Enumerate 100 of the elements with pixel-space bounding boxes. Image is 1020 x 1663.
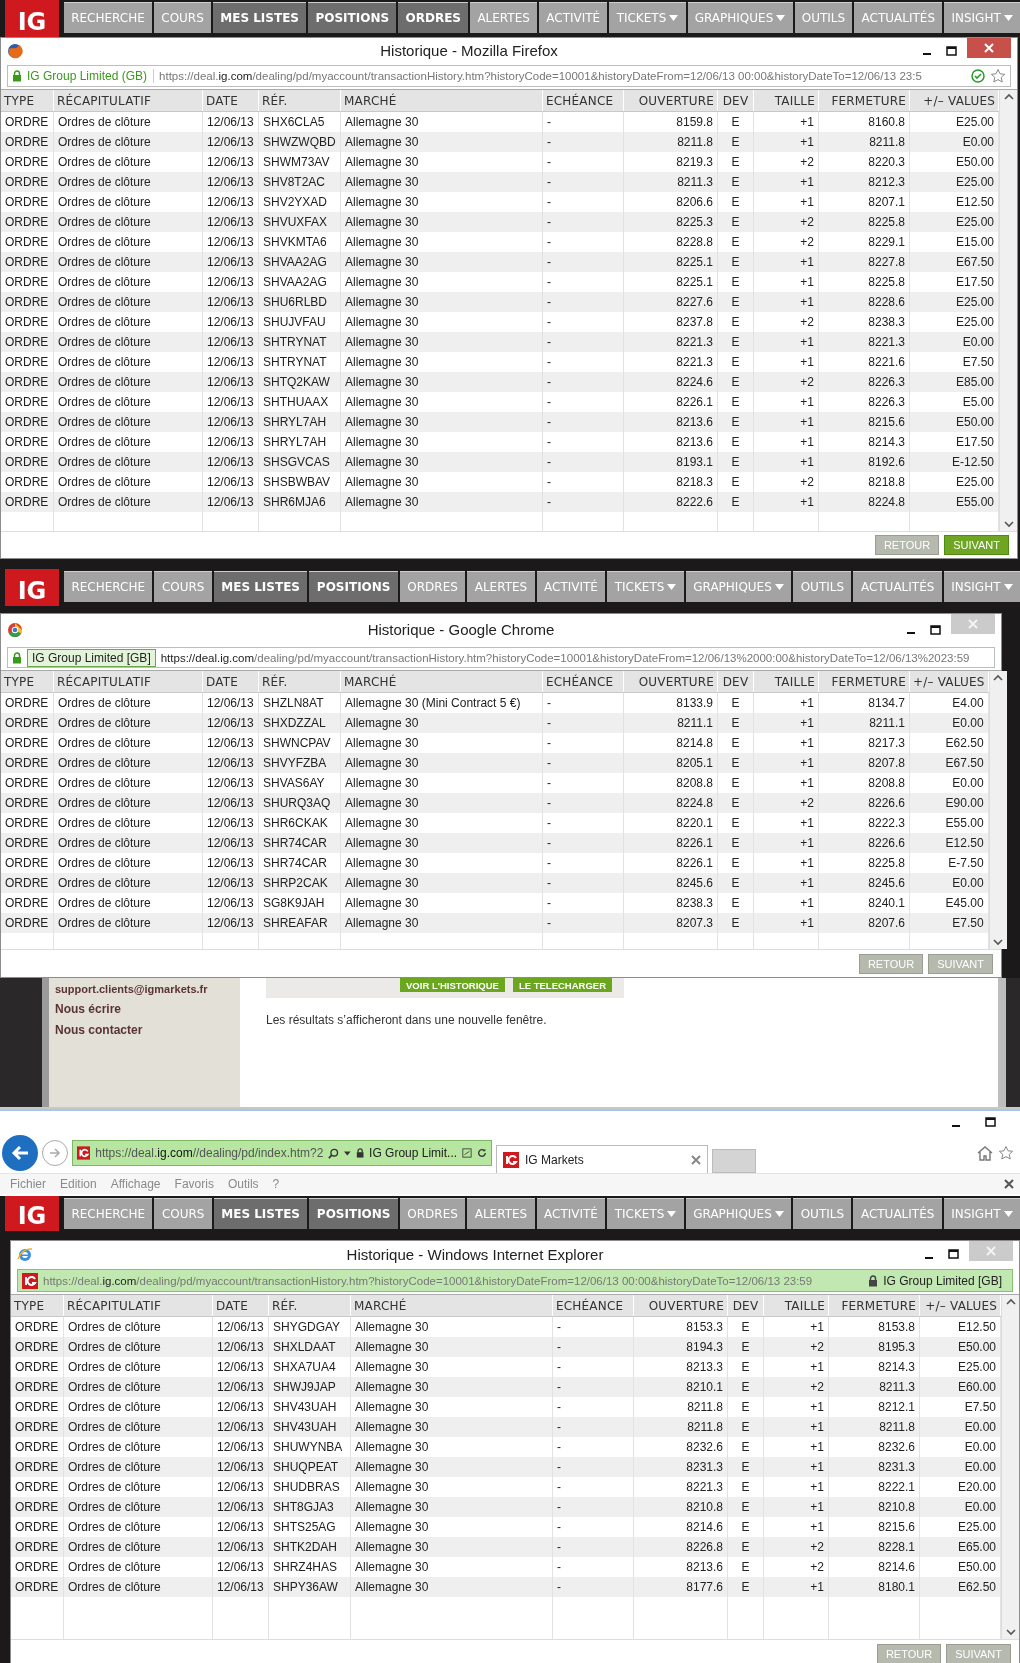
- caret-icon: [667, 1211, 677, 1217]
- caret-icon: [667, 584, 677, 590]
- back-button[interactable]: [2, 1135, 38, 1171]
- column-header: OUVERTURE: [624, 671, 718, 692]
- column-header: DATE: [203, 90, 259, 111]
- menu-item[interactable]: Fichier: [6, 1177, 56, 1191]
- url-text: https://deal.ig.com/dealing/pd/myaccount/transactionHistory.htm?historyCode=10001&historyDateFrom=12/06/13 00:00&historyDateTo=12/06/13 23:5: [159, 70, 923, 82]
- maximize-icon: [947, 1249, 959, 1259]
- menu-item[interactable]: ?: [268, 1177, 290, 1191]
- pager-button[interactable]: SUIVANT: [946, 1643, 1011, 1663]
- nav-tab[interactable]: TICKETS: [607, 1198, 684, 1229]
- nav-tab[interactable]: INSIGHT: [944, 2, 1020, 33]
- action-button[interactable]: VOIR L'HISTORIQUE: [400, 978, 505, 992]
- nav-tab[interactable]: POSITIONS: [308, 2, 397, 33]
- menu-item[interactable]: Favoris: [170, 1177, 224, 1191]
- browser-tab[interactable]: IG Markets: [496, 1145, 708, 1173]
- menu-item[interactable]: Affichage: [106, 1177, 171, 1191]
- site-logo-icon: [22, 1272, 38, 1289]
- minimize-icon: [925, 1256, 933, 1259]
- nav-tab[interactable]: ACTIVITÉ: [539, 2, 608, 33]
- caret-icon: [774, 1211, 784, 1217]
- column-header: FERMETURE: [819, 671, 910, 692]
- nav-tab[interactable]: ACTIVITÉ: [536, 571, 606, 602]
- pager-button[interactable]: RETOUR: [858, 953, 924, 974]
- address-bar[interactable]: IG Group Limited (GB) https://deal.ig.com/dealing/pd/myaccount/transactionHistory.htm?historyCode=10001&historyDateFrom=12/06/13 00:00&historyDateTo=12/06/13 23:5: [7, 65, 1011, 87]
- nav-tab[interactable]: TICKETS: [607, 571, 684, 602]
- nav-tab[interactable]: ORDRES: [399, 1198, 466, 1229]
- column-header: MARCHÉ: [341, 671, 543, 692]
- column-header: OUVERTURE: [634, 1295, 728, 1316]
- search-icon: [328, 1146, 340, 1160]
- identity-label[interactable]: IG Group Limited [GB]: [883, 1273, 1008, 1288]
- scrollbar[interactable]: [999, 90, 1017, 531]
- sidebar-link[interactable]: support.clients@igmarkets.fr: [55, 983, 240, 995]
- nav-tab[interactable]: ALERTES: [467, 571, 535, 602]
- menu-item[interactable]: Outils: [223, 1177, 269, 1191]
- nav-tab[interactable]: RECHERCHE: [64, 2, 153, 33]
- nav-tab[interactable]: ORDRES: [398, 2, 469, 33]
- window-title: Historique - Mozilla Firefox: [379, 42, 559, 59]
- nav-tab[interactable]: OUTILS: [794, 2, 853, 33]
- caret-icon: [1003, 1211, 1013, 1217]
- nav-tab[interactable]: RECHERCHE: [64, 1198, 153, 1229]
- column-header: DEV: [718, 90, 754, 111]
- pager-button[interactable]: SUIVANT: [928, 953, 993, 974]
- chevron-down-icon: [1005, 1629, 1016, 1636]
- identity-label[interactable]: IG Group Limited [GB]: [27, 648, 156, 667]
- close-button[interactable]: [967, 38, 1011, 58]
- column-header: FERMETURE: [829, 1295, 920, 1316]
- pager-button[interactable]: RETOUR: [874, 535, 940, 555]
- nav-tab[interactable]: GRAPHIQUES: [687, 2, 793, 33]
- compatibility-icon: [462, 1147, 473, 1159]
- close-icon: [968, 619, 978, 629]
- column-header: TAILLE: [754, 90, 819, 111]
- ig-logo: IG: [5, 1196, 59, 1231]
- menu-item[interactable]: Edition: [56, 1177, 107, 1191]
- pager-button[interactable]: SUIVANT: [944, 535, 1009, 555]
- nav-tab[interactable]: MES LISTES: [213, 1198, 308, 1229]
- identity-label[interactable]: IG Group Limited (GB): [27, 69, 155, 83]
- identity-label[interactable]: IG Group Limit...: [369, 1146, 458, 1160]
- nav-tab[interactable]: ACTUALITÉS: [853, 571, 942, 602]
- nav-tab[interactable]: INSIGHT: [943, 571, 1020, 602]
- nav-tab[interactable]: TICKETS: [609, 2, 686, 33]
- nav-tab[interactable]: ACTUALITÉS: [853, 1198, 942, 1229]
- nav-tab[interactable]: GRAPHIQUES: [685, 571, 792, 602]
- nav-tab[interactable]: POSITIONS: [309, 571, 398, 602]
- nav-tab[interactable]: OUTILS: [793, 1198, 852, 1229]
- caret-icon: [1003, 15, 1013, 21]
- star-icon: [998, 1145, 1014, 1161]
- nav-tab[interactable]: POSITIONS: [309, 1198, 398, 1229]
- nav-tab[interactable]: INSIGHT: [943, 1198, 1020, 1229]
- nav-tab[interactable]: COURS: [154, 2, 212, 33]
- caret-icon: [669, 15, 679, 21]
- nav-tab[interactable]: ORDRES: [399, 571, 466, 602]
- lock-icon: [868, 1274, 879, 1287]
- address-bar[interactable]: IG Group Limited [GB] https://deal.ig.com/dealing/pd/myaccount/transactionHistory.htm?historyCode=10001&historyDateFrom=12/06/13%2000:00&historyDateTo=12/06/13%2023:59: [7, 647, 995, 668]
- scrollbar[interactable]: [1001, 1295, 1019, 1639]
- nav-tab[interactable]: RECHERCHE: [64, 571, 153, 602]
- sidebar-link[interactable]: Nous écrire: [55, 1002, 240, 1016]
- nav-tab[interactable]: ALERTES: [467, 1198, 535, 1229]
- nav-tab[interactable]: OUTILS: [793, 571, 852, 602]
- refresh-icon: [477, 1147, 487, 1159]
- column-header: TYPE: [1, 671, 54, 692]
- column-header: ECHÉANCE: [543, 671, 624, 692]
- address-bar[interactable]: https://deal.ig.com/dealing/pd/myaccount/transactionHistory.htm?historyCode=10001&historyDateFrom=12/06/13 00:00&historyDateTo=12/06/13 23:59 IG Group Limited [GB]: [17, 1269, 1013, 1292]
- nav-tab[interactable]: GRAPHIQUES: [685, 1198, 792, 1229]
- close-icon: [691, 1154, 701, 1165]
- nav-tab[interactable]: COURS: [154, 1198, 212, 1229]
- site-logo-icon: [503, 1151, 519, 1168]
- nav-tab[interactable]: MES LISTES: [213, 571, 308, 602]
- nav-tab[interactable]: ACTUALITÉS: [854, 2, 943, 33]
- nav-tab[interactable]: MES LISTES: [213, 2, 307, 33]
- window-title: Historique - Google Chrome: [366, 621, 556, 638]
- sidebar-link[interactable]: Nous contacter: [55, 1023, 240, 1037]
- pager-button[interactable]: RETOUR: [876, 1643, 942, 1663]
- nav-tab[interactable]: ALERTES: [470, 2, 538, 33]
- address-bar[interactable]: https://deal.ig.com//dealing/pd/index.htm?2 IG Group Limit...: [72, 1140, 492, 1166]
- close-icon: [1004, 1179, 1014, 1189]
- minimize-icon: [952, 1124, 960, 1127]
- nav-tab[interactable]: COURS: [154, 571, 212, 602]
- action-button[interactable]: LE TELECHARGER: [512, 978, 612, 992]
- nav-tab[interactable]: ACTIVITÉ: [536, 1198, 606, 1229]
